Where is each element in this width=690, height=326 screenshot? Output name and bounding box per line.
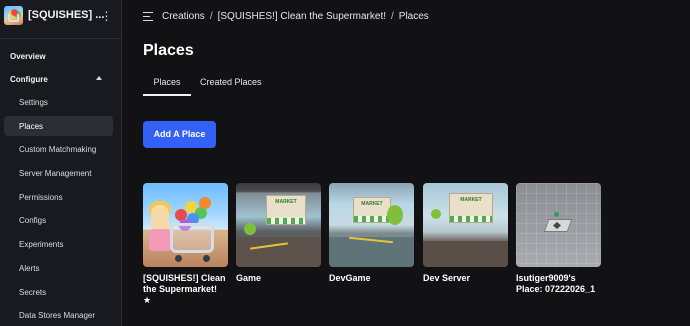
add-place-button[interactable]: Add A Place <box>143 121 216 148</box>
collapse-sidebar-icon[interactable] <box>143 11 153 21</box>
breadcrumb-current: Places <box>398 10 429 22</box>
sidebar-item-alerts[interactable]: Alerts <box>4 258 113 278</box>
kebab-menu-icon[interactable]: ⋮ <box>100 9 113 23</box>
sidebar-item-server-management[interactable]: Server Management <box>4 163 113 183</box>
place-thumbnail[interactable]: MARKET <box>329 183 414 267</box>
place-name[interactable]: Game <box>236 273 321 284</box>
sidebar-item-label: Places <box>19 122 44 131</box>
sidebar-item-label: Permissions <box>19 193 63 202</box>
sidebar-item-settings[interactable]: Settings <box>4 92 113 112</box>
star-icon: ★ <box>143 295 152 305</box>
market-sign: MARKET <box>361 201 383 207</box>
sidebar-item-label: Data Stores Manager <box>19 311 96 320</box>
sidebar-item-label: Custom Matchmaking <box>19 145 97 154</box>
sidebar-item-permissions[interactable]: Permissions <box>4 187 113 207</box>
place-thumbnail[interactable] <box>143 183 228 267</box>
place-card[interactable]: MARKET DevGame <box>329 183 414 284</box>
place-name[interactable]: DevGame <box>329 273 414 284</box>
market-sign: MARKET <box>275 199 297 205</box>
sidebar-item-label: Experiments <box>19 240 64 249</box>
place-name[interactable]: [SQUISHES!] Clean the Supermarket! ★ <box>143 273 228 306</box>
sidebar-item-label: Alerts <box>19 264 40 273</box>
place-card[interactable]: MARKET Dev Server <box>423 183 508 284</box>
chevron-up-icon[interactable] <box>96 76 102 80</box>
market-sign: MARKET <box>460 197 482 203</box>
sidebar-item-places[interactable]: Places <box>4 116 113 136</box>
sidebar-item-label: Server Management <box>19 169 92 178</box>
sidebar-item-custom-matchmaking[interactable]: Custom Matchmaking <box>4 139 113 159</box>
place-card[interactable]: MARKET Game <box>236 183 321 284</box>
breadcrumb-separator: / <box>209 10 213 22</box>
place-card[interactable]: Isutiger9009's Place: 07222026_1 <box>516 183 601 295</box>
sidebar-item-label: Configs <box>19 216 47 225</box>
breadcrumb-separator: / <box>391 10 394 22</box>
sidebar-item-data-stores-manager[interactable]: Data Stores Manager <box>4 305 113 325</box>
experience-thumbnail <box>4 6 23 25</box>
experience-header[interactable]: [SQUISHES] ... ⋮ <box>0 0 122 36</box>
sidebar: [SQUISHES] ... ⋮ Overview Configure Sett… <box>0 0 122 326</box>
sidebar-item-label: Settings <box>19 98 48 107</box>
tab-created-places[interactable]: Created Places <box>200 74 262 96</box>
place-card[interactable]: [SQUISHES!] Clean the Supermarket! ★ <box>143 183 228 306</box>
place-thumbnail[interactable]: MARKET <box>236 183 321 267</box>
experience-title: [SQUISHES] ... <box>28 9 105 21</box>
page-title: Places <box>143 42 194 59</box>
sidebar-divider <box>0 38 122 39</box>
breadcrumb-experience[interactable]: [SQUISHES!] Clean the Supermarket! <box>218 11 386 22</box>
tab-places[interactable]: Places <box>143 74 191 96</box>
breadcrumb: Creations / [SQUISHES!] Clean the Superm… <box>143 9 429 23</box>
place-name[interactable]: Dev Server <box>423 273 508 284</box>
place-name[interactable]: Isutiger9009's Place: 07222026_1 <box>516 273 601 295</box>
sidebar-item-experiments[interactable]: Experiments <box>4 234 113 254</box>
breadcrumb-creations[interactable]: Creations <box>162 11 205 22</box>
sidebar-section-configure[interactable]: Configure <box>10 75 48 84</box>
place-thumbnail[interactable] <box>516 183 601 267</box>
place-thumbnail[interactable]: MARKET <box>423 183 508 267</box>
sidebar-item-label: Secrets <box>19 288 47 297</box>
sidebar-item-secrets[interactable]: Secrets <box>4 282 113 302</box>
sidebar-item-overview[interactable]: Overview <box>10 52 46 61</box>
sidebar-item-configs[interactable]: Configs <box>4 210 113 230</box>
